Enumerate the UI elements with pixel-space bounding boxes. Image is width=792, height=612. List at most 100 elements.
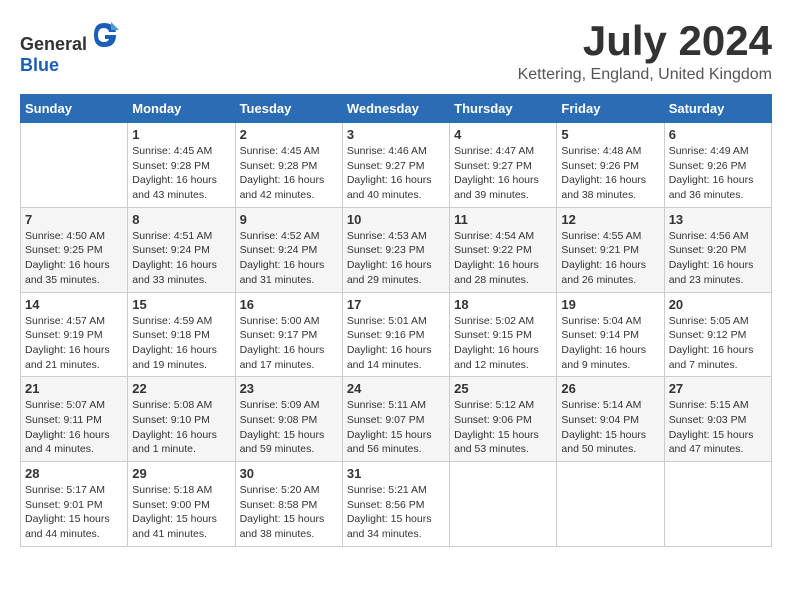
day-info: Sunrise: 5:20 AM Sunset: 8:58 PM Dayligh… — [240, 483, 338, 542]
day-number: 26 — [561, 381, 659, 396]
calendar-cell: 17Sunrise: 5:01 AM Sunset: 9:16 PM Dayli… — [342, 292, 449, 377]
day-number: 1 — [132, 127, 230, 142]
day-info: Sunrise: 4:56 AM Sunset: 9:20 PM Dayligh… — [669, 229, 767, 288]
day-number: 11 — [454, 212, 552, 227]
calendar-cell: 21Sunrise: 5:07 AM Sunset: 9:11 PM Dayli… — [21, 377, 128, 462]
title-area: July 2024 Kettering, England, United Kin… — [518, 20, 772, 84]
day-number: 30 — [240, 466, 338, 481]
day-info: Sunrise: 4:46 AM Sunset: 9:27 PM Dayligh… — [347, 144, 445, 203]
calendar-cell: 30 Sunrise: 5:20 AM Sunset: 8:58 PM Dayli… — [235, 462, 342, 547]
day-number: 3 — [347, 127, 445, 142]
calendar-cell: 29Sunrise: 5:18 AM Sunset: 9:00 PM Dayli… — [128, 462, 235, 547]
calendar-cell — [450, 462, 557, 547]
calendar-cell: 26 Sunrise: 5:14 AM Sunset: 9:04 PM Dayli… — [557, 377, 664, 462]
calendar-body: 1 Sunrise: 4:45 AM Sunset: 9:28 PM Daylig… — [21, 123, 772, 547]
calendar-cell: 3 Sunrise: 4:46 AM Sunset: 9:27 PM Daylig… — [342, 123, 449, 208]
day-info: Sunrise: 5:02 AM Sunset: 9:15 PM Dayligh… — [454, 314, 552, 373]
day-info: Sunrise: 5:15 AM Sunset: 9:03 PM Dayligh… — [669, 398, 767, 457]
day-info: Sunrise: 5:08 AM Sunset: 9:10 PM Dayligh… — [132, 398, 230, 457]
day-number: 8 — [132, 212, 230, 227]
day-number: 16 — [240, 297, 338, 312]
day-info: Sunrise: 4:57 AM Sunset: 9:19 PM Dayligh… — [25, 314, 123, 373]
calendar-cell: 19 Sunrise: 5:04 AM Sunset: 9:14 PM Dayli… — [557, 292, 664, 377]
calendar-week-3: 14 Sunrise: 4:57 AM Sunset: 9:19 PM Dayli… — [21, 292, 772, 377]
weekday-header-sunday: Sunday — [21, 95, 128, 123]
calendar-cell: 2Sunrise: 4:45 AM Sunset: 9:28 PM Daylig… — [235, 123, 342, 208]
logo-icon — [89, 20, 119, 50]
day-info: Sunrise: 5:21 AM Sunset: 8:56 PM Dayligh… — [347, 483, 445, 542]
calendar-cell — [21, 123, 128, 208]
calendar-cell: 24 Sunrise: 5:11 AM Sunset: 9:07 PM Dayli… — [342, 377, 449, 462]
day-number: 29 — [132, 466, 230, 481]
day-info: Sunrise: 4:48 AM Sunset: 9:26 PM Dayligh… — [561, 144, 659, 203]
calendar-week-1: 1 Sunrise: 4:45 AM Sunset: 9:28 PM Daylig… — [21, 123, 772, 208]
day-number: 6 — [669, 127, 767, 142]
day-info: Sunrise: 5:11 AM Sunset: 9:07 PM Dayligh… — [347, 398, 445, 457]
day-number: 19 — [561, 297, 659, 312]
day-number: 2 — [240, 127, 338, 142]
calendar-cell: 16Sunrise: 5:00 AM Sunset: 9:17 PM Dayli… — [235, 292, 342, 377]
calendar-cell: 12 Sunrise: 4:55 AM Sunset: 9:21 PM Dayli… — [557, 207, 664, 292]
calendar-cell: 4Sunrise: 4:47 AM Sunset: 9:27 PM Daylig… — [450, 123, 557, 208]
day-number: 17 — [347, 297, 445, 312]
calendar-cell: 25 Sunrise: 5:12 AM Sunset: 9:06 PM Dayli… — [450, 377, 557, 462]
calendar-cell — [664, 462, 771, 547]
weekday-header-wednesday: Wednesday — [342, 95, 449, 123]
calendar-cell: 27 Sunrise: 5:15 AM Sunset: 9:03 PM Dayli… — [664, 377, 771, 462]
calendar-cell: 1 Sunrise: 4:45 AM Sunset: 9:28 PM Daylig… — [128, 123, 235, 208]
calendar-cell: 28 Sunrise: 5:17 AM Sunset: 9:01 PM Dayli… — [21, 462, 128, 547]
day-number: 15 — [132, 297, 230, 312]
calendar-cell: 6 Sunrise: 4:49 AM Sunset: 9:26 PM Daylig… — [664, 123, 771, 208]
calendar-cell: 8 Sunrise: 4:51 AM Sunset: 9:24 PM Daylig… — [128, 207, 235, 292]
day-number: 10 — [347, 212, 445, 227]
day-number: 31 — [347, 466, 445, 481]
day-info: Sunrise: 4:52 AM Sunset: 9:24 PM Dayligh… — [240, 229, 338, 288]
page-header: General Blue July 2024 Kettering, Englan… — [20, 20, 772, 84]
calendar-cell: 13Sunrise: 4:56 AM Sunset: 9:20 PM Dayli… — [664, 207, 771, 292]
calendar-cell: 23Sunrise: 5:09 AM Sunset: 9:08 PM Dayli… — [235, 377, 342, 462]
day-info: Sunrise: 5:12 AM Sunset: 9:06 PM Dayligh… — [454, 398, 552, 457]
day-info: Sunrise: 4:50 AM Sunset: 9:25 PM Dayligh… — [25, 229, 123, 288]
day-info: Sunrise: 4:51 AM Sunset: 9:24 PM Dayligh… — [132, 229, 230, 288]
logo-blue: Blue — [20, 55, 59, 75]
logo: General Blue — [20, 20, 119, 76]
day-number: 22 — [132, 381, 230, 396]
weekday-header-saturday: Saturday — [664, 95, 771, 123]
day-number: 23 — [240, 381, 338, 396]
month-title: July 2024 — [518, 20, 772, 62]
day-info: Sunrise: 4:49 AM Sunset: 9:26 PM Dayligh… — [669, 144, 767, 203]
calendar-week-5: 28 Sunrise: 5:17 AM Sunset: 9:01 PM Dayli… — [21, 462, 772, 547]
weekday-header-tuesday: Tuesday — [235, 95, 342, 123]
day-number: 28 — [25, 466, 123, 481]
day-number: 25 — [454, 381, 552, 396]
day-number: 24 — [347, 381, 445, 396]
day-number: 12 — [561, 212, 659, 227]
day-number: 9 — [240, 212, 338, 227]
calendar-cell: 15 Sunrise: 4:59 AM Sunset: 9:18 PM Dayli… — [128, 292, 235, 377]
calendar-header-row: SundayMondayTuesdayWednesdayThursdayFrid… — [21, 95, 772, 123]
calendar-cell: 10 Sunrise: 4:53 AM Sunset: 9:23 PM Dayli… — [342, 207, 449, 292]
location-title: Kettering, England, United Kingdom — [518, 66, 772, 84]
day-number: 14 — [25, 297, 123, 312]
calendar-cell: 14 Sunrise: 4:57 AM Sunset: 9:19 PM Dayli… — [21, 292, 128, 377]
calendar-week-2: 7Sunrise: 4:50 AM Sunset: 9:25 PM Daylig… — [21, 207, 772, 292]
day-info: Sunrise: 4:53 AM Sunset: 9:23 PM Dayligh… — [347, 229, 445, 288]
day-number: 5 — [561, 127, 659, 142]
day-info: Sunrise: 5:14 AM Sunset: 9:04 PM Dayligh… — [561, 398, 659, 457]
calendar-cell: 22 Sunrise: 5:08 AM Sunset: 9:10 PM Dayli… — [128, 377, 235, 462]
calendar-cell: 20 Sunrise: 5:05 AM Sunset: 9:12 PM Dayli… — [664, 292, 771, 377]
day-number: 27 — [669, 381, 767, 396]
day-info: Sunrise: 4:59 AM Sunset: 9:18 PM Dayligh… — [132, 314, 230, 373]
day-info: Sunrise: 4:45 AM Sunset: 9:28 PM Dayligh… — [132, 144, 230, 203]
calendar-table: SundayMondayTuesdayWednesdayThursdayFrid… — [20, 94, 772, 547]
calendar-cell: 31 Sunrise: 5:21 AM Sunset: 8:56 PM Dayli… — [342, 462, 449, 547]
calendar-week-4: 21Sunrise: 5:07 AM Sunset: 9:11 PM Dayli… — [21, 377, 772, 462]
day-info: Sunrise: 5:05 AM Sunset: 9:12 PM Dayligh… — [669, 314, 767, 373]
weekday-header-thursday: Thursday — [450, 95, 557, 123]
day-info: Sunrise: 4:55 AM Sunset: 9:21 PM Dayligh… — [561, 229, 659, 288]
weekday-header-monday: Monday — [128, 95, 235, 123]
day-info: Sunrise: 5:17 AM Sunset: 9:01 PM Dayligh… — [25, 483, 123, 542]
day-number: 20 — [669, 297, 767, 312]
day-info: Sunrise: 4:47 AM Sunset: 9:27 PM Dayligh… — [454, 144, 552, 203]
day-info: Sunrise: 5:04 AM Sunset: 9:14 PM Dayligh… — [561, 314, 659, 373]
